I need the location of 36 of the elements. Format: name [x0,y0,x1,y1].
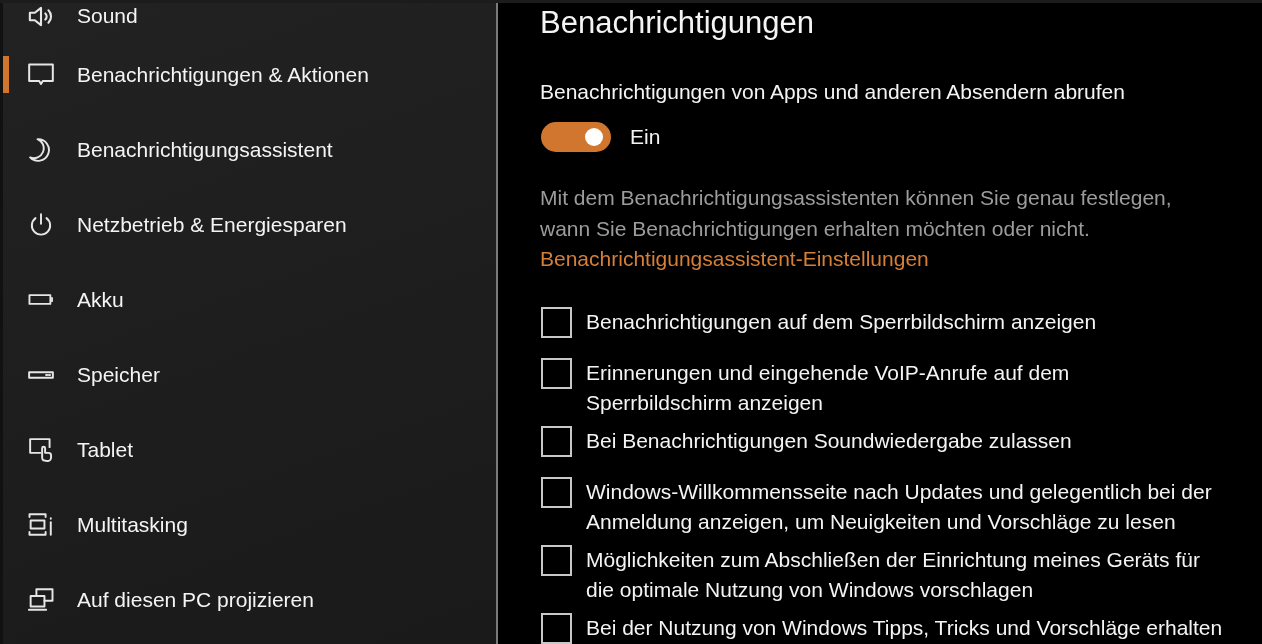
sidebar-item[interactable]: Benachrichtigungsassistent [3,112,496,187]
moon-icon [29,137,53,162]
checkbox-label[interactable]: Erinnerungen und eingehende VoIP-Anrufe auf dem Sperrbildschirm anzeigen [586,358,1070,418]
toggle-switch[interactable] [541,122,611,152]
battery-icon [28,294,54,305]
tablet-touch-icon [29,437,53,462]
checkbox-label[interactable]: Möglichkeiten zum Abschließen der Einrichtung meines Geräts für die optimale Nutzung von Windows vorschlagen [586,545,1200,605]
checkbox[interactable] [541,545,572,576]
drive-icon [28,370,54,379]
checkbox-label[interactable]: Windows-Willkommensseite nach Updates und gelegentlich bei der Anmeldung anzeigen, um Neuigkeiten und Vorschläge zu lesen [586,477,1212,537]
checkbox[interactable] [541,307,572,338]
speaker-icon [28,4,54,28]
power-icon [29,212,53,237]
sidebar-item[interactable]: Sound [3,3,496,37]
sidebar-item[interactable]: Speicher [3,337,496,412]
sidebar-item[interactable]: Tablet [3,412,496,487]
checkbox-label[interactable]: Bei Benachrichtigungen Soundwiedergabe zulassen [586,426,1072,456]
sidebar-item[interactable]: Multitasking [3,487,496,562]
description-text: Mit dem Benachrichtigungsassistenten können Sie genau festlegen, wann Sie Benachrichtigungen erhalten möchten oder nicht. [540,185,1172,242]
window-columns-icon [28,513,54,536]
checkbox[interactable] [541,426,572,457]
checkbox[interactable] [541,358,572,389]
speech-bubble-icon [28,63,54,86]
two-screens-icon [28,588,54,611]
settings-link[interactable]: Benachrichtigungsassistent-Einstellungen [540,244,929,274]
toggle-state-label: Ein [630,124,661,150]
sidebar-item[interactable]: Benachrichtigungen & Aktionen [3,37,496,112]
checkbox-label[interactable]: Benachrichtigungen auf dem Sperrbildschirm anzeigen [586,307,1097,337]
checkbox-label[interactable]: Bei der Nutzung von Windows Tipps, Tricks und Vorschläge erhalten [586,613,1223,643]
checkbox[interactable] [541,613,572,644]
sidebar-item[interactable]: Akku [3,262,496,337]
checkbox[interactable] [541,477,572,508]
setting-label: Benachrichtigungen von Apps und anderen Absendern abrufen [540,79,1125,105]
section-title: Benachrichtigungen [540,4,815,42]
sidebar-item[interactable]: Netzbetrieb & Energiesparen [3,187,496,262]
sidebar-item[interactable]: Auf diesen PC projizieren [3,562,496,637]
